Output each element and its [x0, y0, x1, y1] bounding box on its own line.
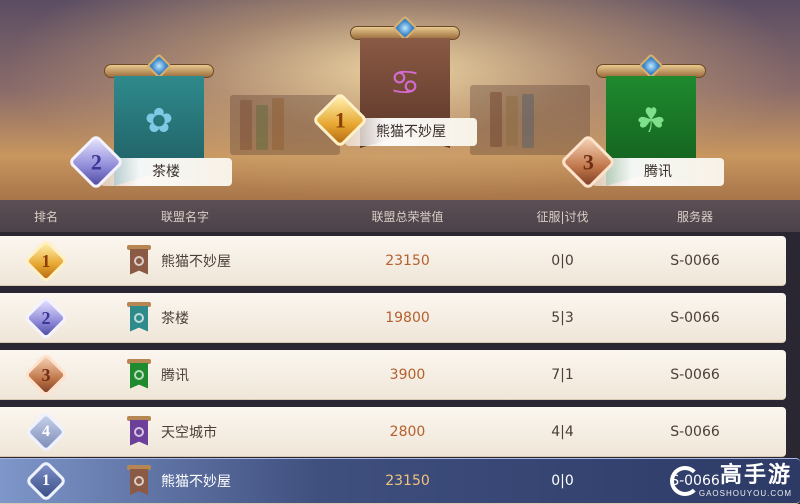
rank-badge-icon: 1: [24, 459, 68, 503]
total-honor: 3900: [389, 366, 426, 383]
alliance-name: 天空城市: [161, 424, 217, 441]
table-row[interactable]: 2 茶楼 19800 5|3 S-0066: [0, 293, 786, 343]
rank-2-badge-icon: 2: [23, 294, 69, 341]
alliance-flag-icon: [127, 415, 151, 448]
conquest-value: 7|1: [551, 366, 574, 383]
podium-area: ✿ 茶楼 2 ♋ 熊猫不妙屋 1 ☘ 腾讯 3: [0, 0, 800, 200]
watermark-logo-icon: [670, 466, 700, 496]
server-value: S-0066: [670, 423, 720, 440]
alliance-name: 熊猫不妙屋: [161, 474, 231, 490]
clover-emblem-icon: ☘: [635, 101, 667, 141]
total-honor: 19800: [385, 309, 430, 326]
watermark-url: GAOSHOUYOU.COM: [698, 489, 792, 498]
server-value: S-0066: [670, 366, 720, 383]
crab-emblem-icon: ♋: [389, 63, 421, 103]
watermark: 高手游 GAOSHOUYOU.COM: [699, 457, 792, 498]
header-alliance-name: 联盟名字: [160, 209, 209, 224]
total-honor: 2800: [389, 423, 426, 440]
alliance-flag-cell: [125, 293, 153, 342]
rank-cell: 3: [20, 350, 72, 399]
server-value: S-0066: [670, 252, 720, 269]
rank-cell: 1: [20, 459, 72, 503]
alliance-flag-icon: [127, 465, 151, 497]
book-decoration: [272, 98, 284, 150]
book-decoration: [256, 105, 268, 150]
table-row[interactable]: 3 腾讯 3900 7|1 S-0066: [0, 350, 786, 400]
conquest-value: 5|3: [551, 309, 574, 326]
alliance-name: 熊猫不妙屋: [161, 253, 231, 270]
rank-1-badge-icon: 1: [23, 237, 69, 284]
header-total-honor: 联盟总荣誉值: [371, 209, 444, 224]
total-honor: 23150: [385, 252, 430, 269]
rank-cell: 2: [20, 293, 72, 342]
book-decoration: [490, 92, 502, 147]
alliance-flag-icon: [127, 244, 151, 277]
rank-4-badge-icon: 4: [24, 410, 68, 453]
conquest-value: 4|4: [551, 423, 574, 440]
rank-cell: 4: [20, 407, 72, 456]
book-decoration: [240, 100, 252, 150]
alliance-flag-cell: [125, 407, 153, 456]
alliance-flag-icon: [127, 301, 151, 334]
alliance-flag-cell: [125, 236, 153, 285]
first-place-banner[interactable]: ♋: [350, 15, 460, 176]
rank-cell: 1: [20, 236, 72, 285]
alliance-flag-cell: [125, 350, 153, 399]
rank-3-badge-icon: 3: [23, 351, 69, 398]
conquest-value: 0|0: [551, 473, 574, 489]
alliance-flag-icon: [127, 358, 151, 391]
alliance-flag-cell: [125, 459, 153, 503]
book-decoration: [522, 94, 534, 148]
table-header: 排名 联盟名字 联盟总荣誉值 征服|讨伐 服务器: [0, 200, 800, 232]
alliance-name: 腾讯: [161, 367, 189, 384]
header-server: 服务器: [676, 209, 713, 224]
paw-emblem-icon: ✿: [144, 101, 174, 141]
server-value: S-0066: [670, 309, 720, 326]
header-conquest: 征服|讨伐: [536, 209, 589, 224]
header-rank: 排名: [33, 209, 58, 224]
conquest-value: 0|0: [551, 252, 574, 269]
watermark-title: 高手游: [719, 462, 792, 487]
alliance-name: 茶楼: [161, 310, 189, 327]
table-row[interactable]: 4 天空城市 2800 4|4 S-0066: [0, 407, 786, 457]
table-row[interactable]: 1 熊猫不妙屋 23150 0|0 S-0066: [0, 236, 786, 286]
total-honor: 23150: [385, 473, 430, 489]
book-decoration: [506, 96, 518, 146]
